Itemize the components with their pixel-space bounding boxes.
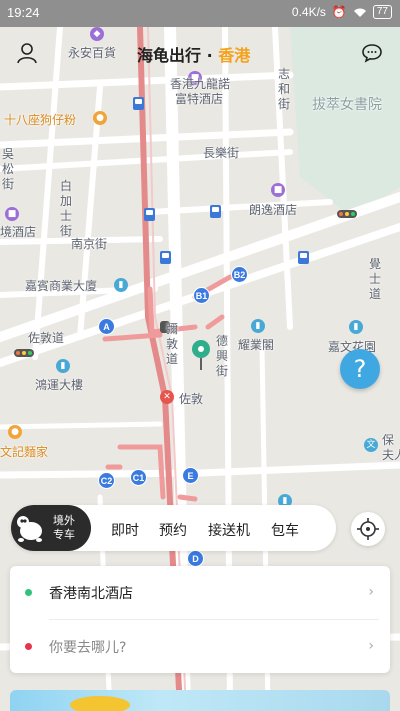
map-label: 十八座狗仔粉 <box>4 113 77 127</box>
map-label: 長樂街 <box>203 146 240 160</box>
map-label: 嘉賓商業大廈 <box>25 279 98 293</box>
pickup-address: 香港南北酒店 <box>49 586 133 602</box>
bus-stop-icon <box>298 251 309 264</box>
tab-reservation[interactable]: 预约 <box>159 520 187 540</box>
map-label: 街 <box>216 364 229 378</box>
bus-stop-icon <box>210 205 221 218</box>
exit-marker: B2 <box>231 266 248 283</box>
map-label: 富特酒店 <box>175 92 224 106</box>
map-label: 佐敦 <box>179 392 204 406</box>
destination-row[interactable]: 你要去哪儿? › <box>10 620 390 673</box>
map-label: 朗逸酒店 <box>249 203 298 217</box>
pickup-dot-icon <box>25 589 32 596</box>
map-label: 佐敦道 <box>28 331 65 345</box>
bus-stop-icon <box>160 251 171 264</box>
pickup-row[interactable]: 香港南北酒店 › <box>10 566 390 619</box>
tab-airport-transfer[interactable]: 接送机 <box>208 520 250 540</box>
building-poi-icon: ▮ <box>56 359 70 373</box>
user-profile-icon[interactable] <box>16 42 38 64</box>
exit-marker: E <box>182 467 199 484</box>
tab-instant[interactable]: 即时 <box>111 520 139 540</box>
address-card: 香港南北酒店 › 你要去哪儿? › <box>10 566 390 673</box>
map-label: 街 <box>278 97 291 111</box>
exit-marker: B1 <box>193 287 210 304</box>
brand-label: 境外专车 <box>53 514 75 541</box>
bus-stop-icon <box>144 208 155 221</box>
destination-dot-icon <box>25 643 32 650</box>
service-tab-bar: 境外专车 即时 预约 接送机 包车 <box>11 505 336 551</box>
help-button[interactable]: ? <box>340 349 380 389</box>
network-speed: 0.4K/s <box>291 5 326 19</box>
promo-banner[interactable] <box>10 690 390 711</box>
building-poi-icon: ▮ <box>349 320 363 334</box>
restaurant-poi-icon: ● <box>93 111 107 125</box>
chevron-right-icon: › <box>368 584 374 600</box>
map-label: 拔萃女書院 <box>312 97 382 113</box>
map-label: 鴻運大樓 <box>35 378 84 392</box>
map-label: 街 <box>2 177 15 191</box>
exit-marker: C2 <box>98 472 115 489</box>
map-label: 文記麵家 <box>0 445 49 459</box>
hotel-poi-icon: ■ <box>271 183 285 197</box>
status-time: 19:24 <box>7 5 40 20</box>
exit-marker: D <box>187 550 204 567</box>
hotel-poi-icon: ■ <box>5 207 19 221</box>
exit-marker: C1 <box>130 469 147 486</box>
status-indicators: 0.4K/s ⏰ 77 <box>292 5 392 19</box>
bus-stop-icon <box>133 97 144 110</box>
map-label: 南京街 <box>71 237 108 251</box>
top-bar: 海龟出行 · 香港 <box>0 27 400 77</box>
map-label: 耀業閣 <box>238 338 275 352</box>
restaurant-poi-icon: ● <box>8 425 22 439</box>
chevron-right-icon: › <box>368 638 374 654</box>
crosshair-icon <box>357 518 379 540</box>
building-poi-icon: ▮ <box>251 319 265 333</box>
app-title: 海龟出行 · 香港 <box>137 42 250 66</box>
exit-marker: A <box>98 318 115 335</box>
city-selector[interactable]: 香港 <box>218 46 250 65</box>
map-label: 道 <box>369 287 382 301</box>
locate-button[interactable] <box>351 512 385 546</box>
alarm-icon: ⏰ <box>331 5 347 19</box>
turtle-mascot-icon <box>17 516 42 542</box>
battery-icon: 77 <box>372 5 392 19</box>
metro-station-icon: ✕ <box>160 390 174 404</box>
map-label: 道 <box>166 352 179 366</box>
app-name: 海龟出行 · <box>137 46 219 65</box>
tab-charter[interactable]: 包车 <box>271 520 299 540</box>
culture-poi-icon: 文 <box>364 438 378 452</box>
building-poi-icon: ▮ <box>114 278 128 292</box>
banner-illustration <box>70 696 130 711</box>
wifi-icon <box>353 8 366 17</box>
brand-badge[interactable]: 境外专车 <box>11 505 91 551</box>
message-icon[interactable] <box>362 43 382 63</box>
map-label: 夫人 <box>382 448 400 462</box>
status-bar: 19:24 0.4K/s ⏰ 77 <box>0 0 400 27</box>
map-label: 境酒店 <box>0 225 37 239</box>
destination-input[interactable]: 你要去哪儿? <box>49 637 126 657</box>
